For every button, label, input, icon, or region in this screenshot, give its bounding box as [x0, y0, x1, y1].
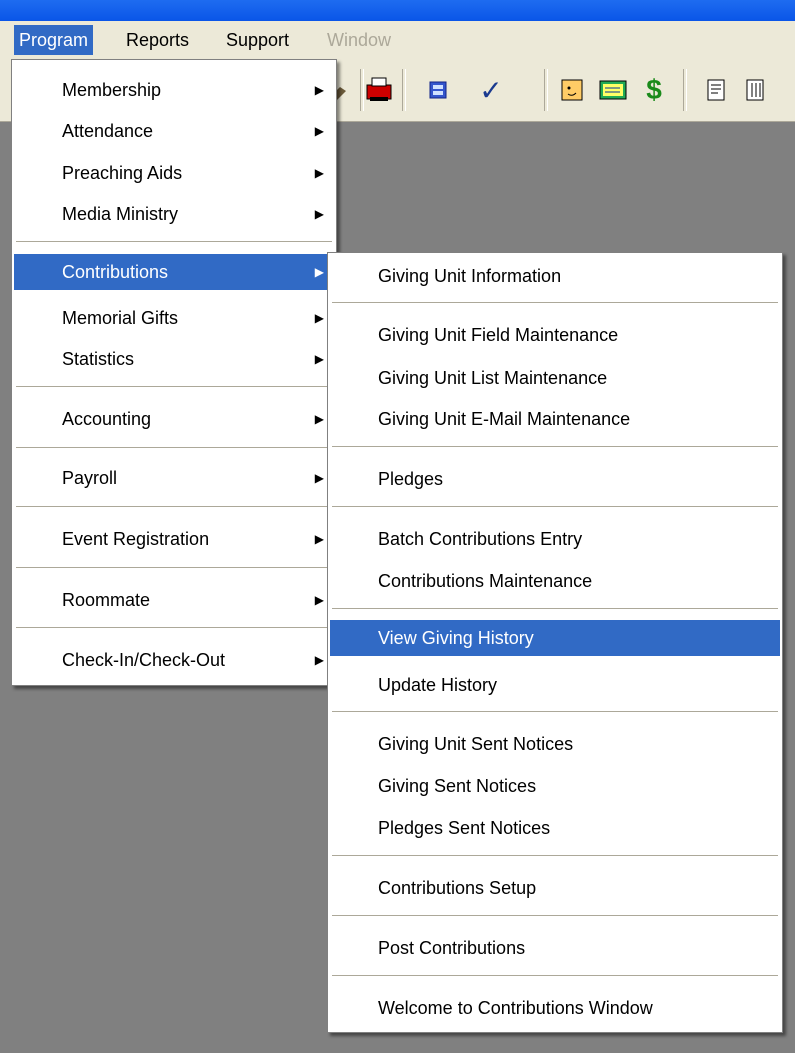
menu-item-label: Roommate [62, 590, 151, 610]
menu-item-label: Giving Unit Information [378, 266, 562, 286]
menu-item-preaching-aids[interactable]: Preaching Aids ▶ [14, 155, 334, 191]
submenu-arrow-icon: ▶ [314, 593, 324, 607]
menu-item-label: Giving Unit E-Mail Maintenance [378, 409, 631, 429]
printer-icon[interactable] [362, 73, 396, 107]
menu-item-label: Payroll [62, 468, 118, 488]
menu-reports[interactable]: Reports [121, 25, 194, 55]
menu-item-event-registration[interactable]: Event Registration ▶ [14, 521, 334, 557]
program-menu: Membership ▶ Attendance ▶ Preaching Aids ▶ … [11, 59, 337, 686]
menu-item-label: Media Ministry [62, 204, 179, 224]
menu-bar: Program Reports Support Window [0, 21, 795, 59]
menu-item-statistics[interactable]: Statistics ▶ [14, 341, 334, 377]
menu-separator [16, 386, 332, 387]
submenu-arrow-icon: ▶ [314, 83, 324, 97]
menu-item-label: Contributions [62, 262, 169, 282]
menu-item-label: Statistics [62, 349, 135, 369]
menu-separator [16, 567, 332, 568]
menu-item-label: Check-In/Check-Out [62, 650, 226, 670]
submenu-arrow-icon: ▶ [314, 207, 324, 221]
menu-window[interactable]: Window [322, 25, 396, 55]
menu-item-contributions-setup[interactable]: Contributions Setup [330, 870, 780, 906]
menu-item-giving-unit-field-maintenance[interactable]: Giving Unit Field Maintenance [330, 317, 780, 353]
calendar-face-icon[interactable] [555, 73, 589, 107]
menu-separator [332, 915, 778, 916]
menu-item-label: Memorial Gifts [62, 308, 179, 328]
menu-separator [332, 302, 778, 303]
submenu-arrow-icon: ▶ [314, 124, 324, 138]
menu-item-label: Event Registration [62, 529, 210, 549]
menu-item-label: Preaching Aids [62, 163, 183, 183]
menu-program[interactable]: Program [14, 25, 94, 55]
submenu-arrow-icon: ▶ [314, 311, 324, 325]
submenu-arrow-icon: ▶ [314, 412, 324, 426]
menu-item-welcome-to-contributions-window[interactable]: Welcome to Contributions Window [330, 990, 780, 1026]
menu-item-media-ministry[interactable]: Media Ministry ▶ [14, 196, 334, 232]
submenu-arrow-icon: ▶ [314, 471, 324, 485]
toolbar-separator [402, 69, 406, 111]
toolbar-separator [683, 69, 687, 111]
menu-item-contributions-maintenance[interactable]: Contributions Maintenance [330, 563, 780, 599]
menu-item-contributions[interactable]: Contributions ▶ [14, 254, 334, 290]
menu-item-giving-unit-information[interactable]: Giving Unit Information [330, 258, 780, 294]
menu-item-label: Giving Unit List Maintenance [378, 368, 608, 388]
menu-item-label: Attendance [62, 121, 154, 141]
report-columns-icon[interactable] [738, 73, 772, 107]
menu-item-memorial-gifts[interactable]: Memorial Gifts ▶ [14, 300, 334, 336]
title-bar [0, 0, 795, 21]
menu-item-label: Pledges Sent Notices [378, 818, 551, 838]
menu-item-payroll[interactable]: Payroll ▶ [14, 460, 334, 496]
menu-item-label: Giving Unit Field Maintenance [378, 325, 619, 345]
menu-item-label: Giving Unit Sent Notices [378, 734, 574, 754]
menu-item-post-contributions[interactable]: Post Contributions [330, 930, 780, 966]
menu-item-accounting[interactable]: Accounting ▶ [14, 401, 334, 437]
toolbar-separator [544, 69, 548, 111]
menu-separator [16, 241, 332, 242]
menu-item-pledges-sent-notices[interactable]: Pledges Sent Notices [330, 810, 780, 846]
submenu-arrow-icon: ▶ [314, 166, 324, 180]
menu-item-label: View Giving History [378, 628, 534, 648]
menu-item-giving-sent-notices[interactable]: Giving Sent Notices [330, 768, 780, 804]
menu-separator [332, 975, 778, 976]
contributions-submenu: Giving Unit Information Giving Unit Fiel… [327, 252, 783, 1033]
calculator-icon[interactable] [421, 73, 455, 107]
menu-separator [332, 446, 778, 447]
menu-separator [332, 608, 778, 609]
notes-icon[interactable] [596, 73, 630, 107]
submenu-arrow-icon: ▶ [314, 532, 324, 546]
menu-item-batch-contributions-entry[interactable]: Batch Contributions Entry [330, 521, 780, 557]
checkmark-icon[interactable]: ✓ [474, 73, 508, 107]
submenu-arrow-icon: ▶ [314, 653, 324, 667]
menu-separator [16, 447, 332, 448]
menu-item-giving-unit-list-maintenance[interactable]: Giving Unit List Maintenance [330, 360, 780, 396]
menu-item-membership[interactable]: Membership ▶ [14, 72, 334, 108]
menu-item-update-history[interactable]: Update History [330, 667, 780, 703]
menu-item-label: Contributions Maintenance [378, 571, 593, 591]
dollar-icon[interactable]: $ [637, 73, 671, 107]
menu-item-check-in-check-out[interactable]: Check-In/Check-Out ▶ [14, 642, 334, 678]
menu-separator [332, 855, 778, 856]
menu-item-roommate[interactable]: Roommate ▶ [14, 582, 334, 618]
submenu-arrow-icon: ▶ [314, 352, 324, 366]
menu-item-label: Contributions Setup [378, 878, 537, 898]
menu-separator [16, 627, 332, 628]
menu-separator [332, 711, 778, 712]
menu-item-giving-unit-email-maintenance[interactable]: Giving Unit E-Mail Maintenance [330, 401, 780, 437]
menu-item-view-giving-history[interactable]: View Giving History [330, 620, 780, 656]
menu-item-attendance[interactable]: Attendance ▶ [14, 113, 334, 149]
menu-item-label: Membership [62, 80, 162, 100]
menu-item-pledges[interactable]: Pledges [330, 461, 780, 497]
menu-item-label: Post Contributions [378, 938, 526, 958]
menu-separator [16, 506, 332, 507]
menu-item-label: Batch Contributions Entry [378, 529, 583, 549]
menu-item-label: Update History [378, 675, 498, 695]
submenu-arrow-icon: ▶ [314, 265, 324, 279]
menu-separator [332, 506, 778, 507]
menu-support[interactable]: Support [221, 25, 294, 55]
menu-item-label: Welcome to Contributions Window [378, 998, 653, 1018]
menu-item-label: Accounting [62, 409, 152, 429]
menu-item-label: Giving Sent Notices [378, 776, 537, 796]
menu-item-giving-unit-sent-notices[interactable]: Giving Unit Sent Notices [330, 726, 780, 762]
report-list-icon[interactable] [699, 73, 733, 107]
menu-item-label: Pledges [378, 469, 444, 489]
